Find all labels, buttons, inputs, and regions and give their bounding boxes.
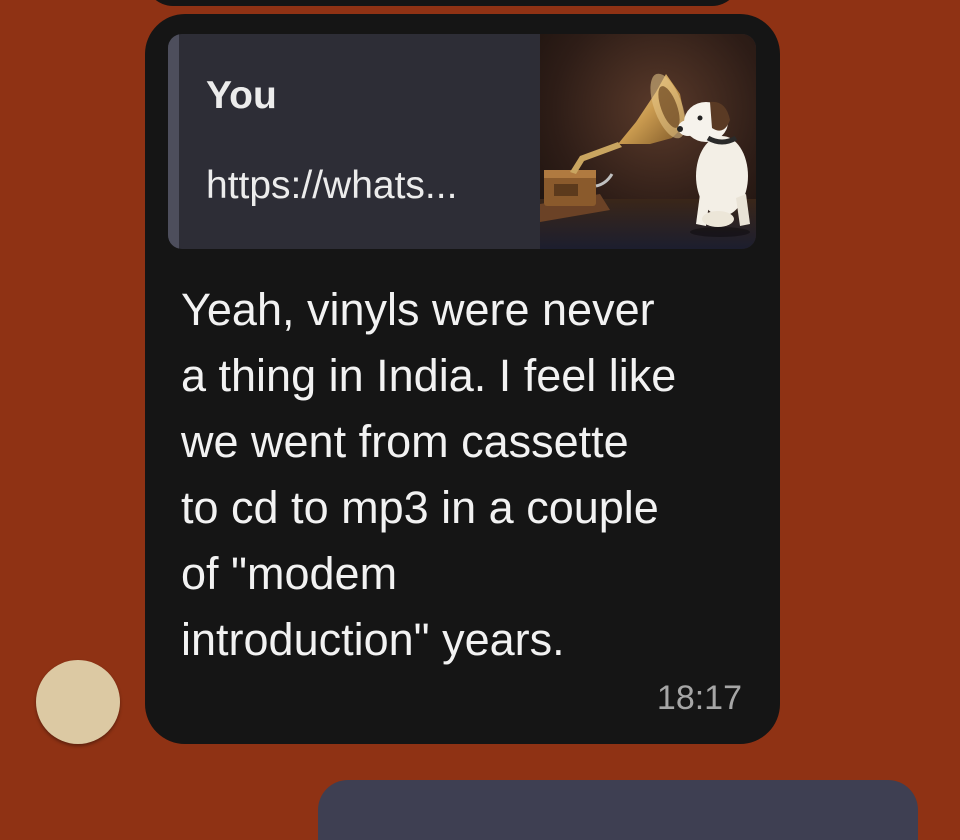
message-bubble[interactable]: You https://whats... Yeah, vinyls were n… xyxy=(145,14,780,744)
quote-author: You xyxy=(206,74,277,117)
quoted-reply[interactable]: You https://whats... xyxy=(168,34,756,249)
gramophone-dog-image xyxy=(540,34,756,249)
previous-message-bubble[interactable] xyxy=(145,0,740,6)
link-preview-thumbnail xyxy=(540,34,756,249)
quote-text: https://whats... xyxy=(206,164,458,207)
next-message-bubble[interactable] xyxy=(318,780,918,840)
quote-accent-bar xyxy=(168,34,179,249)
sender-avatar[interactable] xyxy=(36,660,120,744)
message-timestamp: 18:17 xyxy=(656,679,742,717)
message-text: Yeah, vinyls were never a thing in India… xyxy=(181,284,677,665)
